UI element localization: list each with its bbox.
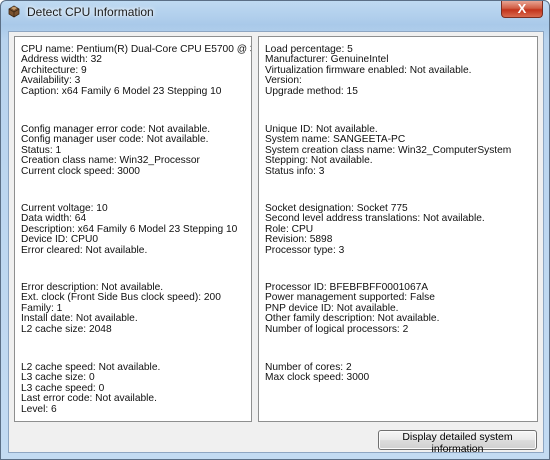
info-group: L2 cache speed: Not available. L3 cache …	[21, 362, 251, 415]
info-line: Error cleared: Not available.	[21, 244, 148, 256]
info-group: Number of cores: 2 Max clock speed: 3000	[265, 362, 537, 384]
close-icon: X	[517, 1, 527, 16]
info-line: Number of logical processors: 2	[265, 323, 409, 335]
app-window: Detect CPU Information X CPU name: Penti…	[0, 0, 550, 460]
info-line: Upgrade method: 15	[265, 85, 358, 97]
close-button[interactable]: X	[501, 1, 543, 18]
info-line: Status info: 3	[265, 165, 325, 177]
info-group: Error description: Not available. Ext. c…	[21, 282, 251, 335]
info-line: Processor type: 3	[265, 244, 345, 256]
info-group: Current voltage: 10 Data width: 64 Descr…	[21, 203, 251, 256]
info-group: CPU name: Pentium(R) Dual-Core CPU E5700…	[21, 44, 251, 97]
info-group: Load percentage: 5 Manufacturer: Genuine…	[265, 44, 537, 97]
cpu-info-left-panel: CPU name: Pentium(R) Dual-Core CPU E5700…	[14, 36, 252, 422]
info-line: Caption: x64 Family 6 Model 23 Stepping …	[21, 85, 222, 97]
title-bar[interactable]: Detect CPU Information X	[1, 1, 549, 23]
cpu-info-right-panel: Load percentage: 5 Manufacturer: Genuine…	[258, 36, 538, 422]
info-line: Current clock speed: 3000	[21, 165, 140, 177]
client-area: CPU name: Pentium(R) Dual-Core CPU E5700…	[8, 31, 544, 455]
info-line: Level: 6	[21, 403, 57, 415]
info-line: L2 cache size: 2048	[21, 323, 112, 335]
window-title: Detect CPU Information	[27, 5, 154, 19]
display-detailed-info-button[interactable]: Display detailed system information	[378, 430, 537, 455]
info-line: Max clock speed: 3000	[265, 372, 370, 384]
cpu-app-icon	[8, 5, 20, 18]
info-line: Virtualization firmware enabled: Not ava…	[265, 64, 472, 76]
info-group: Config manager error code: Not available…	[21, 124, 251, 177]
info-group: Socket designation: Socket 775 Second le…	[265, 203, 537, 256]
info-group: Processor ID: BFEBFBFF0001067A Power man…	[265, 282, 537, 335]
info-group: Unique ID: Not available. System name: S…	[265, 124, 537, 177]
